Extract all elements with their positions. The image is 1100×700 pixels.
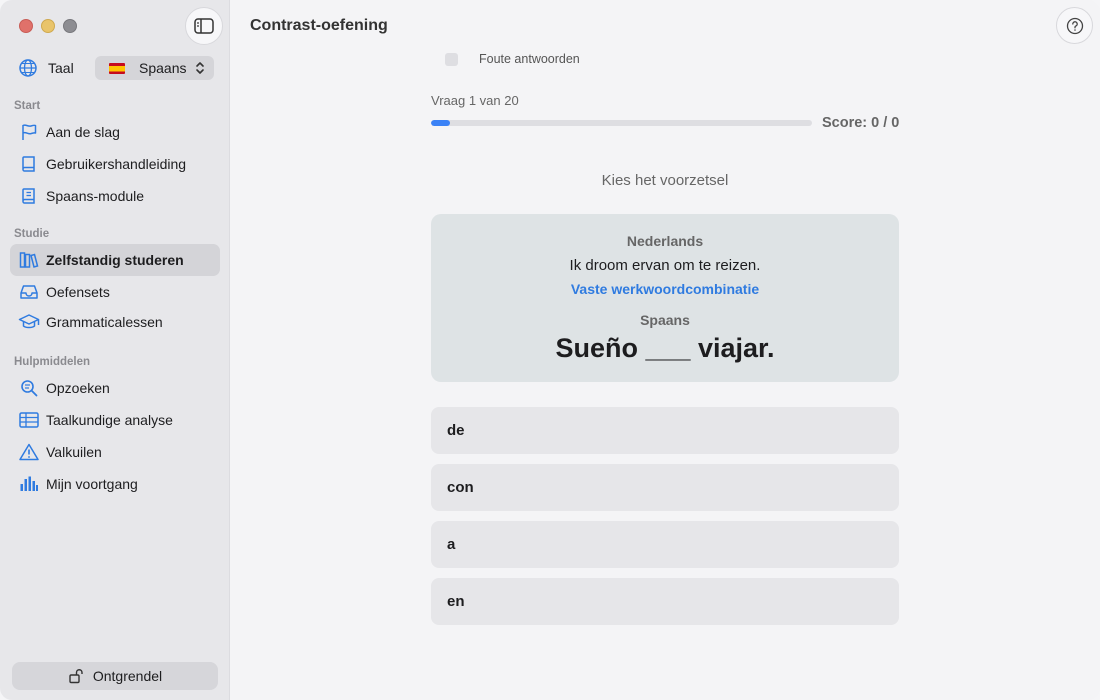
target-sentence: Sueño ___ viajar. [555,333,775,363]
language-label: Taal [48,60,74,76]
zoom-window-button[interactable] [63,19,77,33]
sidebar-item-oefensets[interactable]: Oefensets [10,276,220,308]
answer-option-label: con [447,479,474,496]
wrong-answers-checkbox[interactable] [445,52,458,66]
sidebar-item-label: Spaans-module [46,188,145,204]
answer-option-label: en [447,593,465,610]
sidebar-item-opzoeken[interactable]: Opzoeken [10,372,220,404]
hint-link[interactable]: Vaste werkwoordcombinatie [431,281,899,297]
table-icon [19,412,39,428]
tray-icon [20,285,38,299]
unlock-icon [69,669,83,684]
target-language-label: Spaans [640,312,690,328]
chevron-up-down-icon [196,62,204,74]
sidebar-item-label: Valkuilen [46,444,102,460]
minimize-window-button[interactable] [41,19,55,33]
flag-icon [22,124,37,140]
sidebar-item-label: Taalkundige analyse [46,412,173,428]
sidebar-item-label: Aan de slag [46,124,120,140]
source-language-label: Nederlands [626,233,704,249]
app-window: Taal Spaans Start Aan de slag Gebruikers… [0,0,1100,700]
section-title-studie: Studie [14,228,50,240]
close-window-button[interactable] [19,19,33,33]
sidebar-item-zelfstandig-studeren[interactable]: Zelfstandig studeren [10,244,220,276]
language-select[interactable]: Spaans [95,56,214,80]
answer-option[interactable]: a [431,521,899,568]
window-title: Contrast-oefening [250,17,388,34]
unlock-label: Ontgrendel [92,668,163,684]
window-controls [19,19,77,33]
sidebar-item-label: Mijn voortgang [46,476,138,492]
language-row: Taal Spaans [18,56,214,80]
sidebar-item-grammaticalessen[interactable]: Grammaticalessen [10,306,220,338]
sidebar-item-mijn-voortgang[interactable]: Mijn voortgang [10,468,220,500]
warning-icon [19,443,39,461]
section-title-start: Start [14,100,41,112]
language-select-value: Spaans [139,60,187,76]
graduation-cap-icon [18,314,40,329]
sidebar-toggle-button[interactable] [185,7,223,45]
books-icon [19,252,39,268]
main-content: Contrast-oefening Foute antwoorden Vraag… [231,0,1100,700]
sidebar-item-label: Opzoeken [46,380,110,396]
sidebar-item-taalkundige-analyse[interactable]: Taalkundige analyse [10,404,220,436]
sidebar-item-label: Zelfstandig studeren [46,252,184,268]
wrong-answers-label: Foute antwoorden [479,52,580,66]
question-card: Nederlands Ik droom ervan om te reizen. … [431,214,899,382]
answer-option-label: a [447,536,456,553]
spain-flag-icon [109,62,125,74]
section-title-hulpmiddelen: Hulpmiddelen [14,356,91,368]
exercise-prompt: Kies het voorzetsel [601,172,729,189]
source-sentence: Ik droom ervan om te reizen. [569,257,761,274]
sidebar-item-label: Grammaticalessen [46,314,163,330]
question-mark-icon [1066,17,1083,34]
help-button[interactable] [1056,7,1093,44]
wrong-answers-toggle[interactable]: Foute antwoorden [445,52,580,66]
progress-bar [431,120,812,126]
question-counter: Vraag 1 van 20 [431,93,519,108]
bar-chart-icon [20,476,38,491]
sidebar-icon [194,18,214,34]
answer-option[interactable]: de [431,407,899,454]
sidebar-item-label: Oefensets [46,284,110,300]
answer-option[interactable]: en [431,578,899,625]
globe-icon [19,59,37,77]
book-text-icon [22,188,35,204]
progress-fill [431,120,451,126]
sidebar-item-gebruikershandleiding[interactable]: Gebruikershandleiding [10,148,220,180]
book-icon [22,156,35,172]
answer-option[interactable]: con [431,464,899,511]
sidebar-item-label: Gebruikershandleiding [46,156,187,172]
search-text-icon [21,380,38,397]
unlock-button[interactable]: Ontgrendel [12,662,218,690]
sidebar-item-valkuilen[interactable]: Valkuilen [10,436,220,468]
sidebar-item-spaans-module[interactable]: Spaans-module [10,180,220,212]
score-label: Score: 0 / 0 [822,115,900,131]
sidebar-item-aan-de-slag[interactable]: Aan de slag [10,116,220,148]
sidebar: Taal Spaans Start Aan de slag Gebruikers… [0,0,230,700]
answer-option-label: de [447,422,465,439]
